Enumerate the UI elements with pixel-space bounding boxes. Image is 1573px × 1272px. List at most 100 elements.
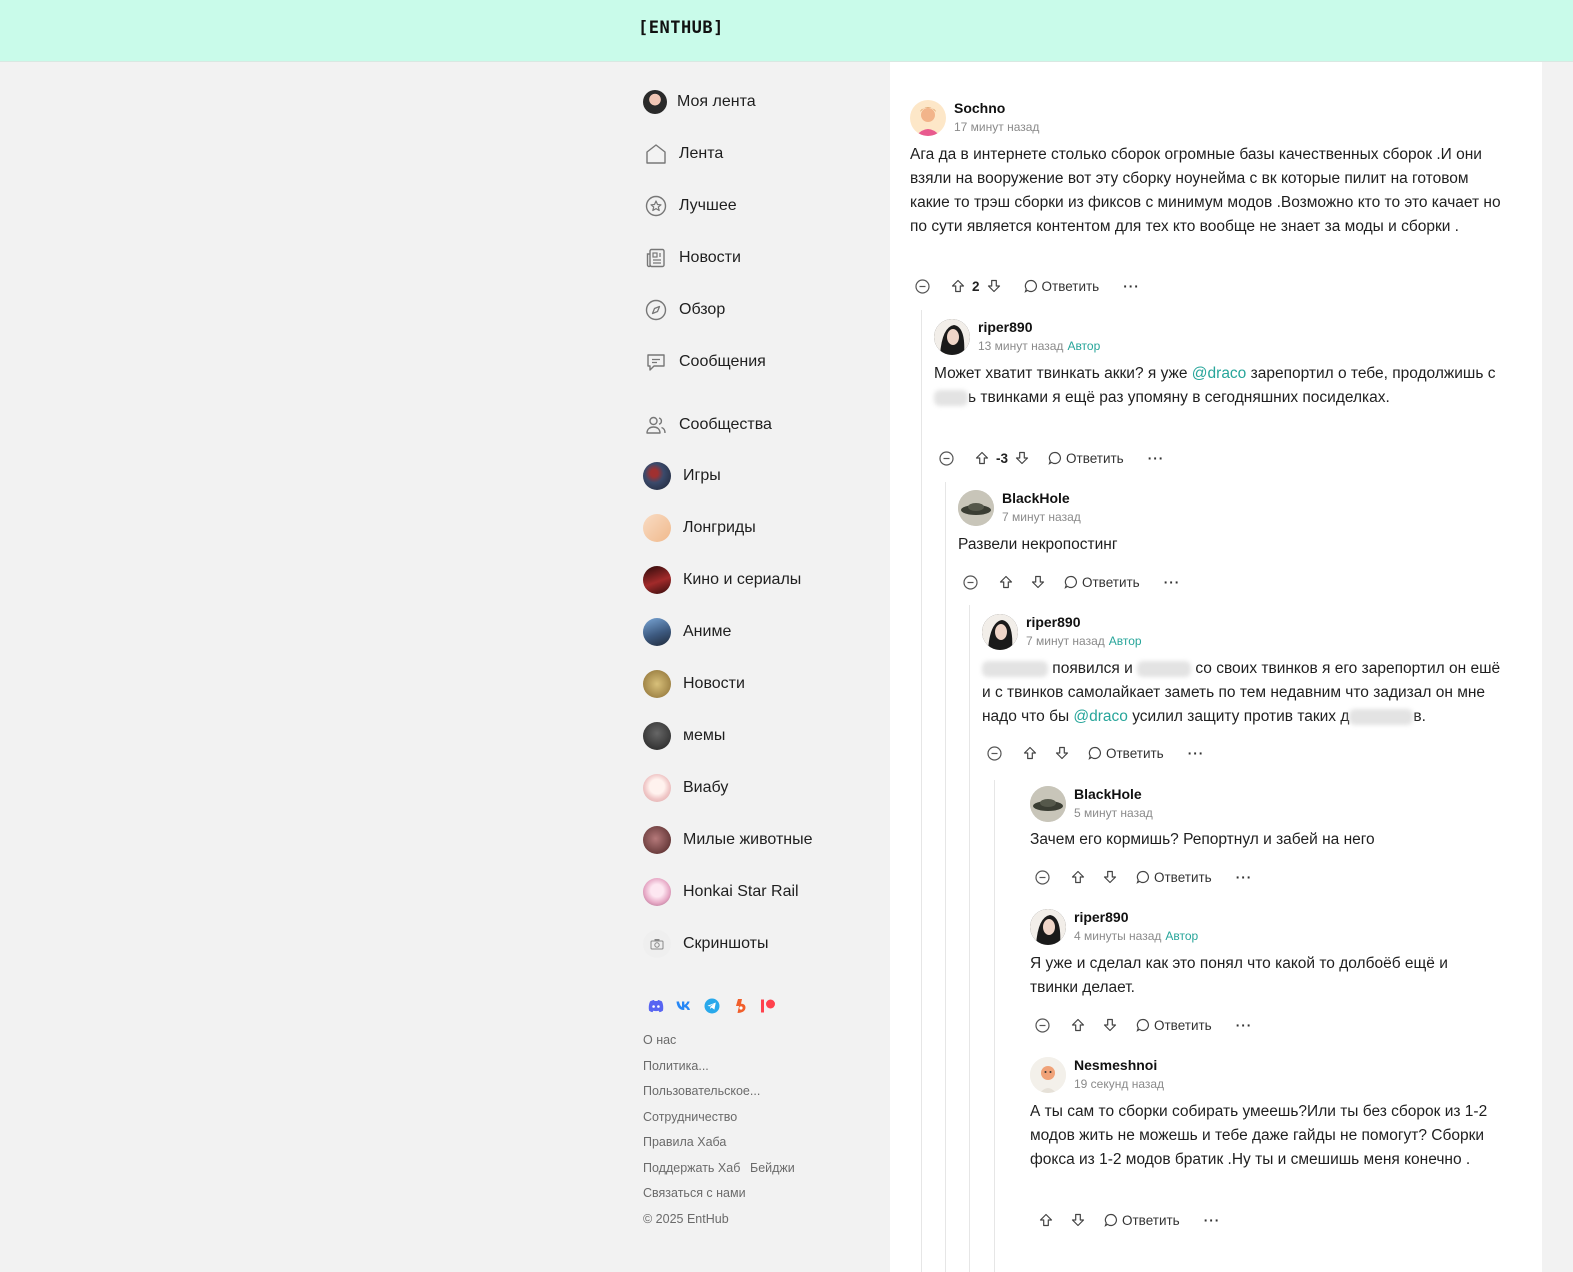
social-links (648, 998, 776, 1014)
downvote-icon[interactable] (1054, 745, 1070, 761)
community-longreads[interactable]: Лонгриды (643, 512, 756, 544)
downvote-icon[interactable] (1102, 1017, 1118, 1033)
boosty-icon[interactable] (732, 998, 748, 1014)
footer-terms-link[interactable]: Пользовательское... (643, 1084, 760, 1098)
reply-button[interactable]: Ответить (1136, 870, 1212, 885)
vk-icon[interactable] (676, 998, 692, 1014)
comment-author[interactable]: riper890 (978, 319, 1032, 335)
collapse-icon[interactable] (962, 574, 978, 590)
footer-cooperation-link[interactable]: Сотрудничество (643, 1110, 737, 1124)
discord-icon[interactable] (648, 998, 664, 1014)
community-weeaboo[interactable]: Виабу (643, 772, 728, 804)
collapse-icon[interactable] (938, 450, 954, 466)
avatar[interactable] (982, 614, 1018, 650)
comment-time: 7 минут назад (1026, 634, 1105, 648)
upvote-icon[interactable] (974, 450, 990, 466)
avatar[interactable] (1030, 786, 1066, 822)
comment-author[interactable]: riper890 (1026, 614, 1080, 630)
comment-author[interactable]: Nesmeshnoi (1074, 1057, 1157, 1073)
community-screenshots-avatar (643, 930, 671, 958)
nav-news[interactable]: Новости (643, 242, 741, 274)
comment-author[interactable]: riper890 (1074, 909, 1128, 925)
downvote-icon[interactable] (1102, 869, 1118, 885)
patreon-icon[interactable] (760, 998, 776, 1014)
footer-support-link[interactable]: Поддержать Хаб (643, 1161, 740, 1175)
comment-author[interactable]: BlackHole (1074, 786, 1142, 802)
site-logo[interactable]: [ENTHUB] (638, 18, 724, 38)
reply-button[interactable]: Ответить (1088, 746, 1164, 761)
reply-button[interactable]: Ответить (1136, 1018, 1212, 1033)
reply-button[interactable]: Ответить (1104, 1213, 1180, 1228)
nav-my-feed[interactable]: Моя лента (643, 86, 756, 118)
community-cute-animals[interactable]: Милые животные (643, 824, 813, 856)
nav-overview[interactable]: Обзор (643, 294, 725, 326)
footer-copyright: © 2025 EntHub (643, 1212, 729, 1226)
upvote-icon[interactable] (1038, 1212, 1054, 1228)
newspaper-icon (643, 245, 669, 271)
footer-contact-link[interactable]: Связаться с нами (643, 1186, 746, 1200)
footer-rules-link[interactable]: Правила Хаба (643, 1135, 726, 1149)
community-memes[interactable]: мемы (643, 720, 725, 752)
footer-policy-link[interactable]: Политика... (643, 1059, 709, 1073)
comment-text: А ты сам то сборки собирать умеешь?Или т… (1030, 1103, 1488, 1168)
redacted-text (1349, 708, 1414, 725)
reply-button[interactable]: Ответить (1023, 279, 1099, 294)
community-games[interactable]: Игры (643, 460, 721, 492)
collapse-icon[interactable] (1034, 1017, 1050, 1033)
community-news[interactable]: Новости (643, 668, 745, 700)
mention-link[interactable]: @draco (1073, 708, 1128, 725)
avatar[interactable] (958, 490, 994, 526)
reply-button[interactable]: Ответить (1064, 575, 1140, 590)
compass-icon (643, 297, 669, 323)
upvote-icon[interactable] (998, 574, 1014, 590)
more-icon[interactable]: ··· (1123, 279, 1140, 294)
downvote-icon[interactable] (1070, 1212, 1086, 1228)
community-news-label: Новости (683, 675, 745, 692)
more-icon[interactable]: ··· (1204, 1213, 1221, 1228)
more-icon[interactable]: ··· (1236, 870, 1253, 885)
reply-button[interactable]: Ответить (1048, 451, 1124, 466)
upvote-icon[interactable] (1070, 1017, 1086, 1033)
community-anime[interactable]: Аниме (643, 616, 731, 648)
downvote-icon[interactable] (986, 278, 1002, 294)
avatar[interactable] (1030, 909, 1066, 945)
mention-link[interactable]: @draco (1192, 365, 1247, 382)
footer-about-link[interactable]: О нас (643, 1033, 676, 1047)
redacted-text (934, 389, 968, 406)
more-icon[interactable]: ··· (1148, 451, 1165, 466)
downvote-icon[interactable] (1030, 574, 1046, 590)
upvote-icon[interactable] (950, 278, 966, 294)
community-weeaboo-avatar (643, 774, 671, 802)
nav-communities[interactable]: Сообщества (643, 409, 772, 441)
comment-author[interactable]: Sochno (954, 100, 1005, 116)
upvote-icon[interactable] (1022, 745, 1038, 761)
collapse-icon[interactable] (986, 745, 1002, 761)
telegram-icon[interactable] (704, 998, 720, 1014)
upvote-icon[interactable] (1070, 869, 1086, 885)
comment-actions: 2 Ответить ··· (914, 275, 1140, 297)
community-hsr[interactable]: Honkai Star Rail (643, 876, 799, 908)
footer-badges-link[interactable]: Бейджи (750, 1161, 795, 1175)
community-movies[interactable]: Кино и сериалы (643, 564, 801, 596)
more-icon[interactable]: ··· (1164, 575, 1181, 590)
collapse-icon[interactable] (1034, 869, 1050, 885)
nav-messages-label: Сообщения (679, 353, 766, 370)
comment-actions: Ответить ··· (1034, 1014, 1252, 1036)
more-icon[interactable]: ··· (1236, 1018, 1253, 1033)
more-icon[interactable]: ··· (1188, 746, 1205, 761)
nav-communities-label: Сообщества (679, 416, 772, 433)
comment-time: 17 минут назад (954, 120, 1040, 134)
community-hsr-avatar (643, 878, 671, 906)
downvote-icon[interactable] (1014, 450, 1030, 466)
comment-author[interactable]: BlackHole (1002, 490, 1070, 506)
comment-meta: 13 минут назад Автор (978, 339, 1100, 353)
nav-feed[interactable]: Лента (643, 138, 723, 170)
avatar[interactable] (1030, 1057, 1066, 1093)
nav-messages[interactable]: Сообщения (643, 346, 766, 378)
avatar[interactable] (910, 100, 946, 136)
collapse-icon[interactable] (914, 278, 930, 294)
star-icon (643, 193, 669, 219)
nav-best[interactable]: Лучшее (643, 190, 737, 222)
community-screenshots[interactable]: Скриншоты (643, 928, 768, 960)
avatar[interactable] (934, 319, 970, 355)
